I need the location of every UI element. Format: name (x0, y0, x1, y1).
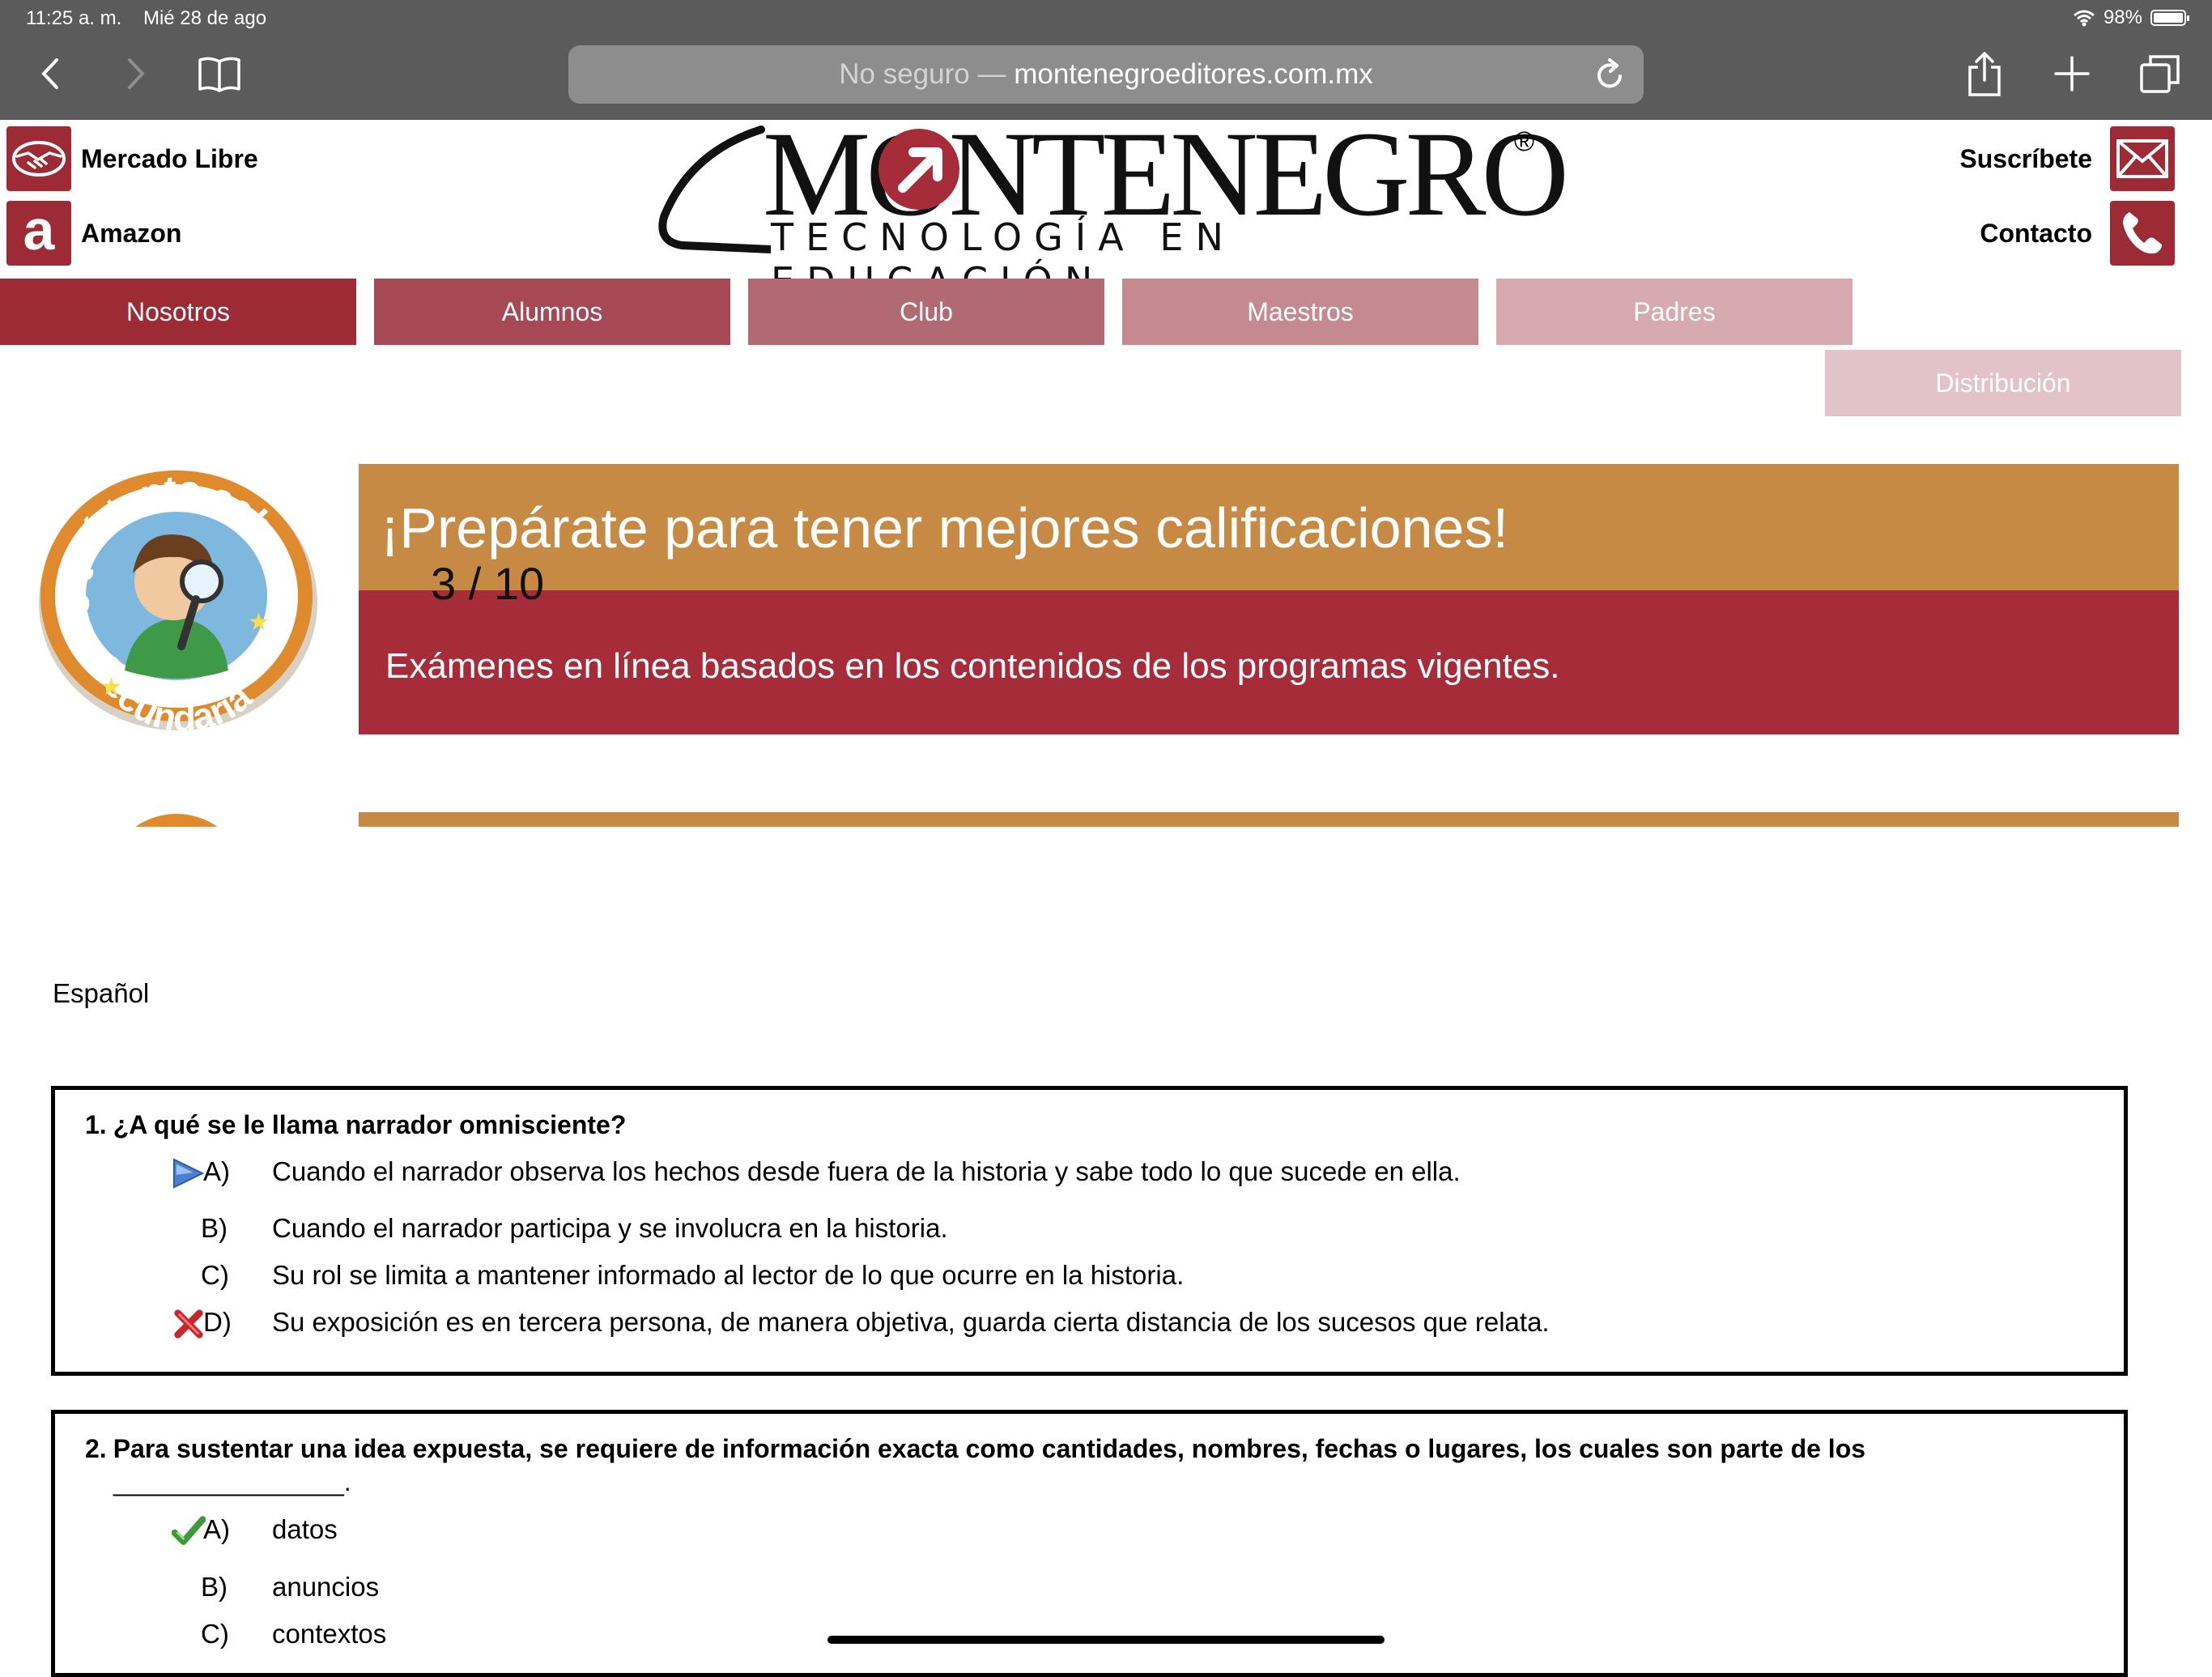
contact-link[interactable]: Contacto (1980, 201, 2175, 266)
menu-alumnos[interactable]: Alumnos (374, 279, 730, 345)
svg-text:★: ★ (100, 674, 122, 700)
cross-icon (174, 1309, 203, 1339)
q1-option-a[interactable]: A) Cuando el narrador observa los hechos… (55, 1153, 1998, 1192)
mercado-libre-link[interactable]: Mercado Libre (6, 126, 258, 191)
amazon-label: Amazon (81, 218, 182, 248)
q2-option-a-letter: A) (203, 1514, 230, 1544)
banner-subtitle: Exámenes en línea basados en los conteni… (385, 646, 1560, 686)
q1-option-b-letter: B) (201, 1213, 228, 1243)
envelope-icon (2110, 126, 2175, 191)
address-bar[interactable]: No seguro — montenegroeditores.com.mx (568, 45, 1644, 104)
tabs-button[interactable] (2138, 49, 2183, 99)
reload-icon[interactable] (1595, 58, 1626, 91)
amazon-icon: a (6, 201, 71, 266)
back-button[interactable] (32, 49, 68, 99)
q1-option-c-text: Su rol se limita a mantener informado al… (272, 1260, 1185, 1290)
subscribe-link[interactable]: Suscríbete (1959, 126, 2175, 191)
next-slide-badge (104, 812, 249, 827)
question-1-number: 1. (85, 1110, 107, 1139)
forward-button[interactable] (118, 49, 154, 99)
q1-option-d-letter: D) (203, 1307, 232, 1337)
subject-label: Español (53, 978, 150, 1008)
banner-title: ¡Prepárate para tener mejores calificaci… (381, 496, 1508, 560)
tabs-icon (2140, 55, 2180, 93)
q2-option-b-letter: B) (201, 1572, 228, 1602)
contact-label: Contacto (1980, 218, 2092, 248)
status-indicators: 98% (2073, 6, 2189, 29)
battery-icon (2150, 10, 2189, 26)
q1-option-a-letter: A) (203, 1156, 230, 1186)
home-indicator[interactable] (827, 1636, 1385, 1644)
handshake-icon (6, 126, 71, 191)
share-icon (1968, 52, 2001, 96)
q2-option-c[interactable]: C) contextos (55, 1615, 1998, 1654)
check-icon (172, 1516, 206, 1545)
q2-option-b[interactable]: B) anuncios (55, 1568, 1998, 1607)
browser-chrome: 11:25 a. m. Mié 28 de ago 98% No seguro (0, 0, 2212, 120)
question-2-prompt: Para sustentar una idea expuesta, se req… (113, 1434, 1866, 1463)
status-bar: 11:25 a. m. Mié 28 de ago 98% (0, 0, 2212, 37)
q1-option-c-letter: C) (201, 1260, 229, 1290)
subscribe-label: Suscríbete (1959, 143, 2092, 173)
montenegro-logo[interactable]: MONTENEGRO TECNOLOGÍA EN EDUCACIÓN ® (657, 113, 1569, 303)
question-2-text: 2. Para sustentar una idea expuesta, se r… (85, 1434, 1865, 1464)
menu-nosotros[interactable]: Nosotros (0, 279, 356, 345)
menu-distribucion[interactable]: Distribución (1825, 350, 2181, 416)
menu-padres[interactable]: Padres (1496, 279, 1853, 345)
q2-option-c-text: contextos (272, 1619, 387, 1649)
q2-option-a[interactable]: A) datos (55, 1511, 1998, 1550)
chevron-left-icon (41, 58, 58, 89)
question-2-blank: ________________. (113, 1467, 351, 1496)
share-button[interactable] (1964, 49, 2005, 99)
que-tanto-sabes-badge: ¿Qué tanto sabes? Secundaria ★ ★ (24, 428, 321, 739)
battery-percent: 98% (2103, 6, 2142, 28)
status-clock: 11:25 a. m. Mié 28 de ago (26, 7, 266, 30)
new-tab-button[interactable] (2052, 49, 2092, 99)
q1-option-b[interactable]: B) Cuando el narrador participa y se inv… (55, 1210, 1998, 1249)
q1-option-b-text: Cuando el narrador participa y se involu… (272, 1213, 948, 1243)
mercado-libre-label: Mercado Libre (81, 143, 258, 173)
q1-option-d-text: Su exposición es en tercera persona, de … (272, 1307, 1550, 1337)
q1-option-c[interactable]: C) Su rol se limita a mantener informado… (55, 1257, 1998, 1296)
slide-counter: 3 / 10 (431, 558, 545, 609)
registered-mark: ® (1514, 126, 1535, 157)
plus-icon (2054, 56, 2090, 92)
url-security: No seguro — (839, 58, 1006, 90)
status-date: Mié 28 de ago (143, 7, 267, 29)
book-icon (198, 57, 240, 92)
logo-swoosh (658, 126, 771, 253)
logo-arrow-icon (878, 129, 959, 210)
phone-icon (2110, 201, 2175, 266)
question-1-text: 1. ¿A qué se le llama narrador omniscient… (85, 1110, 626, 1140)
url-text: montenegroeditores.com.mx (1014, 58, 1373, 90)
menu-club[interactable]: Club (748, 279, 1104, 345)
wifi-icon (2073, 10, 2095, 27)
question-1-prompt: ¿A qué se le llama narrador omnisciente? (113, 1110, 627, 1139)
next-slide-band (359, 812, 2179, 827)
question-1-box: 1. ¿A qué se le llama narrador omniscient… (51, 1086, 2128, 1376)
bookmarks-button[interactable] (196, 49, 243, 99)
amazon-link[interactable]: a Amazon (6, 201, 181, 266)
question-2-number: 2. (85, 1434, 107, 1463)
q2-option-b-text: anuncios (272, 1572, 380, 1602)
arrow-icon (172, 1158, 205, 1189)
menu-maestros[interactable]: Maestros (1122, 279, 1478, 345)
chevron-right-icon (128, 58, 145, 89)
q1-option-a-text: Cuando el narrador observa los hechos de… (272, 1156, 1461, 1186)
q2-option-c-letter: C) (201, 1619, 229, 1649)
status-time: 11:25 a. m. (26, 7, 122, 29)
q1-option-d[interactable]: D) Su exposición es en tercera persona, … (55, 1304, 1998, 1343)
svg-text:★: ★ (248, 609, 270, 636)
q2-option-a-text: datos (272, 1514, 338, 1544)
